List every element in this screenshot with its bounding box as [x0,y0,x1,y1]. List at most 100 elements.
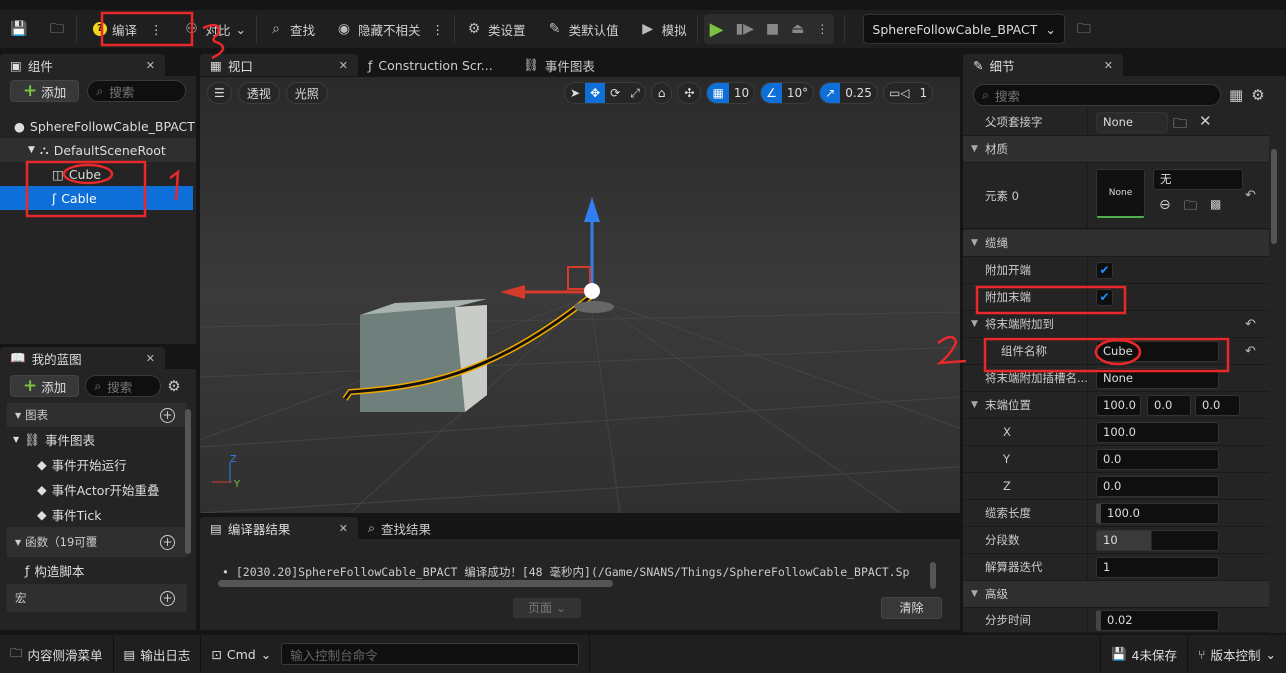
rotate-icon[interactable]: ⟳ [605,83,625,103]
more-icon[interactable]: ⋮ [816,22,828,36]
tab-construction-script[interactable]: ƒ Construction Scr... [358,54,513,76]
checker-icon[interactable]: ▩ [1210,197,1221,211]
content-drawer-button[interactable]: 🗀 内容侧滑菜单 [0,635,114,673]
tab-viewport[interactable]: ▦ 视口 ✕ [200,54,358,76]
eject-icon[interactable]: ⏏ [791,21,804,37]
tab-compiler-results[interactable]: ▤ 编译器结果 ✕ [200,517,358,539]
close-icon[interactable]: ✕ [339,522,348,535]
end-z-field[interactable]: 0.0 [1195,395,1240,416]
components-search-input[interactable]: ⌕ 搜索 [87,80,186,102]
scale-icon[interactable]: ⤢ [625,83,645,103]
coordinate-space-button[interactable]: ⌂ [650,82,673,104]
y-field[interactable]: 0.0 [1096,449,1219,470]
tab-find-results[interactable]: ⌕ 查找结果 [358,517,442,539]
vertical-scrollbar[interactable] [930,562,936,589]
compile-options-icon[interactable]: ⋮ [150,22,163,37]
attach-start-checkbox[interactable]: ✔ [1096,262,1113,279]
end-socket-field[interactable]: None [1096,368,1219,389]
folder-search-icon[interactable]: 🗀 [1184,197,1197,219]
viewport-menu-button[interactable]: ☰ [207,82,232,104]
tree-item-cube[interactable]: ◫ Cube [0,162,196,186]
blueprint-search-input[interactable]: ⌕ 搜索 [85,375,162,397]
attach-end-checkbox[interactable]: ✔ [1096,289,1113,306]
reset-icon[interactable]: ↶ [1245,163,1256,229]
add-circle-icon[interactable]: + [160,590,175,606]
details-scrollbar[interactable] [1271,149,1277,244]
find-button[interactable]: ⌕ 查找 [257,14,325,44]
close-icon[interactable]: ✕ [1104,59,1113,72]
use-selected-icon[interactable]: ⊖ [1159,197,1171,213]
component-name-field[interactable]: Cube [1096,341,1219,362]
close-icon[interactable]: ✕ [146,352,155,365]
z-field[interactable]: 0.0 [1096,476,1219,497]
reset-icon[interactable]: ↶ [1245,338,1256,365]
category-macros[interactable]: 宏 + [7,584,187,612]
end-y-field[interactable]: 0.0 [1147,395,1191,416]
cable-length-slider[interactable]: 100.0 [1096,503,1219,524]
perspective-button[interactable]: 透视 [237,82,280,104]
unsaved-button[interactable]: 💾 4未保存 [1099,635,1188,673]
horizontal-scrollbar[interactable] [218,580,613,587]
add-circle-icon[interactable]: + [160,407,175,423]
tree-item-root[interactable]: ● SphereFollowCable_BPACT [0,114,196,138]
add-member-button[interactable]: + 添加 [10,375,80,397]
tree-item-cable[interactable]: ʃ Cable [0,186,193,210]
clear-x-icon[interactable]: ✕ [1199,112,1212,130]
x-field[interactable]: 100.0 [1096,422,1219,443]
event-item[interactable]: ◆ 事件Tick [7,502,187,527]
close-icon[interactable]: ✕ [146,59,155,72]
cmd-dropdown[interactable]: ⊡ Cmd ⌄ [201,635,281,673]
category-graphs[interactable]: ▼ 图表 + [7,403,187,427]
row-end-location[interactable]: ▼ 末端位置 100.0 0.0 0.0 [963,392,1269,419]
simulate-button[interactable]: ▶ 模拟 [629,14,697,44]
add-circle-icon[interactable]: + [160,534,175,550]
surface-snap-button[interactable]: ✣ [677,82,702,104]
tab-event-graph[interactable]: ⛓ 事件图表 [513,54,605,76]
diff-button[interactable]: ⚇ 对比 ⌄ [173,14,257,44]
substep-field[interactable]: 0.02 [1096,610,1219,631]
console-input[interactable]: 输入控制台命令 [281,643,580,665]
row-attach-end-to[interactable]: ▼ 将末端附加到 ↶ [963,311,1269,338]
debug-object-select[interactable]: SphereFollowCable_BPACT ⌄ [863,14,1065,44]
event-item[interactable]: ◆ 事件开始运行 [7,452,187,477]
end-x-field[interactable]: 100.0 [1096,395,1141,416]
source-control-button[interactable]: ⑂ 版本控制 ⌄ [1188,635,1286,673]
tree-item-defaultsceneroot[interactable]: ▼ ⛬ DefaultSceneRoot [0,138,196,162]
page-dropdown[interactable]: 页面 ⌄ [513,598,581,618]
close-icon[interactable]: ✕ [339,59,348,72]
more-icon[interactable]: ⋮ [432,22,445,37]
grid-snap-group[interactable]: ▦ 10 [706,82,756,104]
material-select[interactable]: 无 [1153,169,1243,190]
category-advanced[interactable]: ▼ 高级 [963,581,1269,608]
rotation-snap-group[interactable]: ∠ 10° [760,82,815,104]
play-icon[interactable]: ▶ [710,19,724,40]
reset-icon[interactable]: ↶ [1245,311,1256,338]
category-functions[interactable]: ▼ 函数（19可覆 + [7,527,187,557]
browse-button[interactable]: 🗀 [38,14,76,44]
browse-asset-button[interactable]: 🗀 [1065,14,1103,44]
step-icon[interactable]: ▮▶ [735,21,753,37]
parent-socket-field[interactable]: None [1096,112,1168,133]
select-icon[interactable]: ➤ [565,83,585,103]
hide-unrelated-button[interactable]: ◉ 隐藏不相关 ⋮ [325,14,454,44]
camera-speed-group[interactable]: ▭◁ 1 [882,82,934,104]
stop-icon[interactable]: ■ [766,21,779,37]
construction-script-item[interactable]: ƒ 构造脚本 [7,557,187,584]
clear-button[interactable]: 清除 [881,597,942,619]
lit-button[interactable]: 光照 [285,82,328,104]
event-graph-item[interactable]: ▼ ⛓ 事件图表 [7,427,187,452]
class-defaults-button[interactable]: ✎ 类默认值 [536,14,629,44]
category-cable[interactable]: ▼ 缆绳 [963,230,1269,257]
segments-slider[interactable]: 10 [1096,530,1219,551]
event-item[interactable]: ◆ 事件Actor开始重叠 [7,477,187,502]
save-button[interactable]: 💾 [0,14,38,44]
scrollbar[interactable] [185,409,191,554]
tab-my-blueprint[interactable]: 📖 我的蓝图 ✕ [0,347,165,369]
gear-icon[interactable]: ⚙ [167,377,180,395]
translate-icon[interactable]: ✥ [585,83,606,103]
material-thumbnail[interactable]: None [1096,169,1145,218]
tab-details[interactable]: ✎ 细节 ✕ [963,54,1123,76]
compile-button[interactable]: ? 编译 ⋮ [83,14,173,44]
viewport[interactable]: ZY ☰ 透视 光照 ➤ ✥ ⟳ ⤢ ⌂ ✣ ▦ 10 ∠ 10° ↗ 0.25 ▭◁ 1 [200,77,960,513]
scale-snap-group[interactable]: ↗ 0.25 [819,82,878,104]
